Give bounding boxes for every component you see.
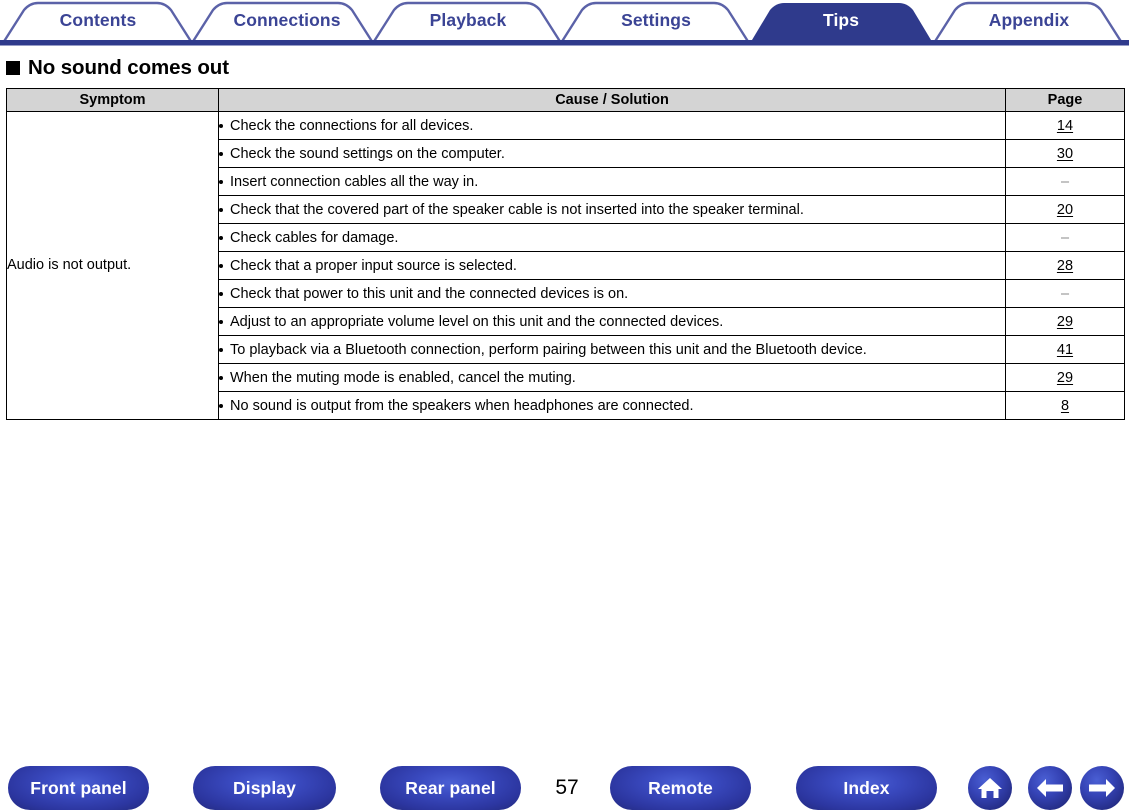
bullet-icon — [219, 207, 223, 212]
bullet-icon — [219, 403, 223, 408]
table-body: Audio is not output. Check the connection… — [6, 111, 1125, 420]
column-header-page: Page — [1005, 88, 1125, 112]
page-dash: – — [1060, 285, 1070, 302]
arrow-left-icon — [1036, 778, 1064, 798]
cause-solution-cell: When the muting mode is enabled, cancel … — [218, 363, 1006, 392]
bullet-icon — [219, 347, 223, 352]
cause-solution-text: Check cables for damage. — [230, 229, 399, 246]
table-row: Audio is not output. Check the connection… — [6, 111, 1125, 420]
page-cell[interactable]: 8 — [1005, 391, 1125, 420]
tab-tips[interactable]: Tips — [774, 7, 908, 33]
bullet-icon — [219, 235, 223, 240]
front-panel-button[interactable]: Front panel — [8, 766, 149, 810]
index-button[interactable]: Index — [796, 766, 937, 810]
black-square-icon — [6, 61, 20, 75]
cause-solution-cell: Check that the covered part of the speak… — [218, 195, 1006, 224]
page-link[interactable]: 28 — [1057, 258, 1073, 274]
cause-solution-text: When the muting mode is enabled, cancel … — [230, 369, 576, 386]
page-link[interactable]: 20 — [1057, 202, 1073, 218]
page-cell: – — [1005, 279, 1125, 308]
arrow-right-icon — [1088, 778, 1116, 798]
page-dash: – — [1060, 173, 1070, 190]
column-header-symptom: Symptom — [6, 88, 219, 112]
tab-playback[interactable]: Playback — [398, 7, 538, 33]
section-heading: No sound comes out — [6, 55, 229, 81]
back-button[interactable] — [1028, 766, 1072, 810]
forward-button[interactable] — [1080, 766, 1124, 810]
section-heading-text: No sound comes out — [28, 55, 229, 79]
bullet-icon — [219, 291, 223, 296]
cause-solution-text: Insert connection cables all the way in. — [230, 173, 479, 190]
page-link[interactable]: 30 — [1057, 146, 1073, 162]
tab-connections[interactable]: Connections — [217, 7, 357, 33]
page-link[interactable]: 41 — [1057, 342, 1073, 358]
page-cell: – — [1005, 223, 1125, 252]
table-head: Symptom Cause / Solution Page — [6, 88, 1125, 112]
cause-solution-cell: Check cables for damage. — [218, 223, 1006, 252]
rear-panel-button[interactable]: Rear panel — [380, 766, 521, 810]
cause-solution-text: Check the connections for all devices. — [230, 117, 474, 134]
page-cell[interactable]: 41 — [1005, 335, 1125, 364]
cause-solution-cell: To playback via a Bluetooth connection, … — [218, 335, 1006, 364]
bullet-icon — [219, 375, 223, 380]
tab-contents[interactable]: Contents — [28, 7, 168, 33]
tab-appendix[interactable]: Appendix — [959, 7, 1099, 33]
cause-solution-text: Check the sound settings on the computer… — [230, 145, 505, 162]
cause-solution-cell: Check the sound settings on the computer… — [218, 139, 1006, 168]
cause-solution-cell: No sound is output from the speakers whe… — [218, 391, 1006, 420]
page-cell[interactable]: 20 — [1005, 195, 1125, 224]
bullet-icon — [219, 319, 223, 324]
cause-solution-text: To playback via a Bluetooth connection, … — [230, 341, 867, 358]
cause-solution-cell: Check that power to this unit and the co… — [218, 279, 1006, 308]
cause-solution-text: Check that a proper input source is sele… — [230, 257, 517, 274]
page-dash: – — [1060, 229, 1070, 246]
cause-solution-text: Check that the covered part of the speak… — [230, 201, 804, 218]
cause-solution-cell: Insert connection cables all the way in. — [218, 167, 1006, 196]
page-link[interactable]: 14 — [1057, 118, 1073, 134]
page-link[interactable]: 8 — [1061, 398, 1069, 414]
page-link[interactable]: 29 — [1057, 370, 1073, 386]
column-header-cause-solution: Cause / Solution — [218, 88, 1006, 112]
page-link[interactable]: 29 — [1057, 314, 1073, 330]
tab-settings[interactable]: Settings — [586, 7, 726, 33]
troubleshooting-table: Symptom Cause / Solution Page Audio is n… — [6, 88, 1125, 420]
table-header-row: Symptom Cause / Solution Page — [6, 88, 1125, 112]
tab-bottom-bar — [0, 40, 1129, 46]
page-cell[interactable]: 29 — [1005, 307, 1125, 336]
cause-solution-text: No sound is output from the speakers whe… — [230, 397, 694, 414]
home-button[interactable] — [968, 766, 1012, 810]
page-cell[interactable]: 30 — [1005, 139, 1125, 168]
cause-solution-text: Adjust to an appropriate volume level on… — [230, 313, 724, 330]
page-cell[interactable]: 28 — [1005, 251, 1125, 280]
page-cell[interactable]: 14 — [1005, 111, 1125, 140]
home-icon — [977, 776, 1003, 800]
bullet-icon — [219, 263, 223, 268]
remote-button[interactable]: Remote — [610, 766, 751, 810]
bullet-icon — [219, 123, 223, 128]
bullet-icon — [219, 151, 223, 156]
cause-solution-cell: Check that a proper input source is sele… — [218, 251, 1006, 280]
symptom-cell: Audio is not output. — [6, 111, 219, 420]
display-button[interactable]: Display — [193, 766, 336, 810]
top-tab-bar: Contents Connections Playback Settings T… — [0, 0, 1129, 46]
page-cell[interactable]: 29 — [1005, 363, 1125, 392]
cause-solution-text: Check that power to this unit and the co… — [230, 285, 629, 302]
footer-nav: Front panel Display Rear panel Remote In… — [0, 766, 1129, 812]
cause-solution-cell: Adjust to an appropriate volume level on… — [218, 307, 1006, 336]
bullet-icon — [219, 179, 223, 184]
page-number: 57 — [555, 776, 579, 799]
cause-solution-cell: Check the connections for all devices. — [218, 111, 1006, 140]
page-cell: – — [1005, 167, 1125, 196]
